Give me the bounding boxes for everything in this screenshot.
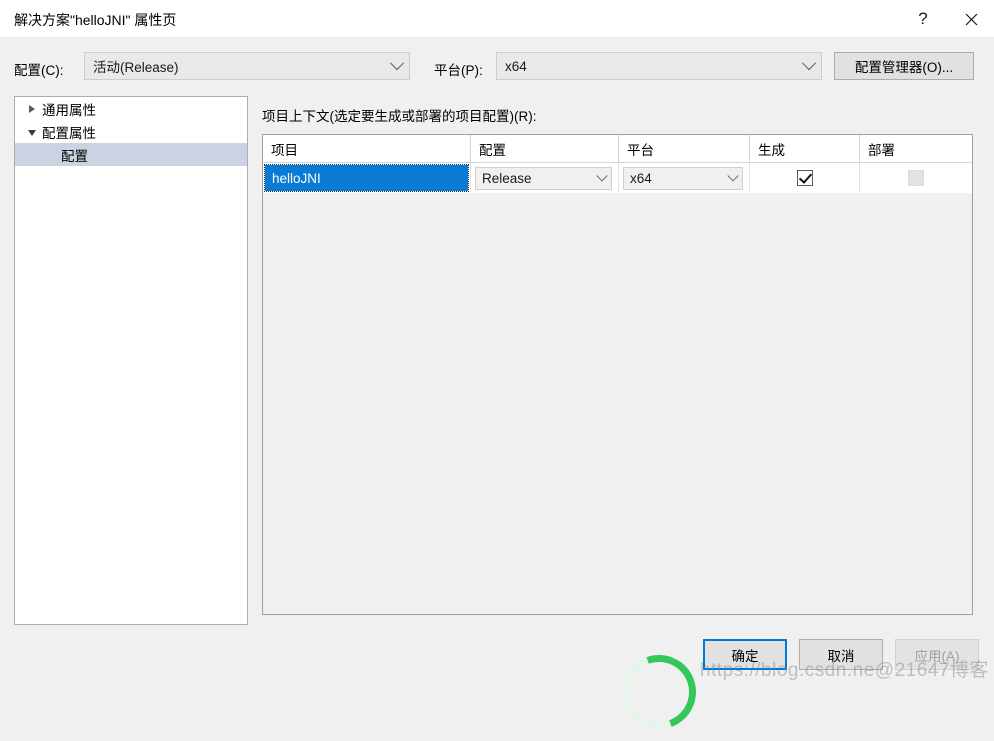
tree-item-label: 配置 xyxy=(61,148,88,164)
chevron-down-icon xyxy=(24,129,40,136)
cell-platform[interactable]: x64 xyxy=(619,163,750,193)
project-context-label: 项目上下文(选定要生成或部署的项目配置)(R): xyxy=(262,109,537,124)
column-header-project[interactable]: 项目 xyxy=(263,135,471,162)
row-configuration-combobox[interactable]: Release xyxy=(475,166,612,190)
chevron-down-icon xyxy=(724,170,742,182)
table-row[interactable]: helloJNI Release x64 xyxy=(263,163,972,193)
property-tree-panel: 通用属性 配置属性 配置 xyxy=(14,96,248,625)
watermark-text: https://blog.csdn.ne@21647博客 xyxy=(700,660,989,681)
configuration-manager-button[interactable]: 配置管理器(O)... xyxy=(834,52,974,80)
help-button[interactable]: ? xyxy=(900,0,946,38)
cell-project[interactable]: helloJNI xyxy=(263,163,471,193)
chevron-down-icon xyxy=(797,56,821,71)
tree-item-label: 配置属性 xyxy=(42,125,96,141)
tree-item-label: 通用属性 xyxy=(42,102,96,118)
configuration-combobox[interactable]: 活动(Release) xyxy=(84,52,410,80)
checkmark-icon xyxy=(798,170,812,184)
configuration-value: 活动(Release) xyxy=(93,60,179,75)
close-icon xyxy=(965,13,978,26)
cell-configuration[interactable]: Release xyxy=(471,163,619,193)
column-header-build[interactable]: 生成 xyxy=(750,135,860,162)
column-header-platform[interactable]: 平台 xyxy=(619,135,750,162)
project-context-grid: 项目 配置 平台 生成 部署 helloJNI Release x64 xyxy=(262,134,973,615)
platform-value: x64 xyxy=(505,58,527,74)
close-button[interactable] xyxy=(948,0,994,38)
platform-label: 平台(P): xyxy=(434,63,483,78)
row-platform-combobox[interactable]: x64 xyxy=(623,166,743,190)
project-name-selected: helloJNI xyxy=(264,164,469,192)
cell-deploy xyxy=(860,163,972,193)
loading-spinner-icon xyxy=(609,642,709,741)
row-configuration-value: Release xyxy=(482,170,532,186)
question-mark-icon: ? xyxy=(918,9,928,28)
row-platform-value: x64 xyxy=(630,170,652,186)
build-checkbox[interactable] xyxy=(796,170,813,186)
tree-item-common-properties[interactable]: 通用属性 xyxy=(15,97,247,120)
deploy-checkbox xyxy=(908,170,924,186)
grid-header-row: 项目 配置 平台 生成 部署 xyxy=(263,135,972,163)
cell-build[interactable] xyxy=(750,163,860,193)
tree-item-configuration[interactable]: 配置 xyxy=(15,143,247,166)
chevron-right-icon xyxy=(24,104,40,113)
tree-item-configuration-properties[interactable]: 配置属性 xyxy=(15,120,247,143)
column-header-deploy[interactable]: 部署 xyxy=(860,135,972,162)
chevron-down-icon xyxy=(593,170,611,182)
column-header-configuration[interactable]: 配置 xyxy=(471,135,619,162)
window-title: 解决方案"helloJNI" 属性页 xyxy=(14,12,177,28)
title-bar: 解决方案"helloJNI" 属性页 ? xyxy=(0,0,994,38)
configuration-label: 配置(C): xyxy=(14,63,64,78)
platform-combobox[interactable]: x64 xyxy=(496,52,822,80)
chevron-down-icon xyxy=(385,56,409,71)
